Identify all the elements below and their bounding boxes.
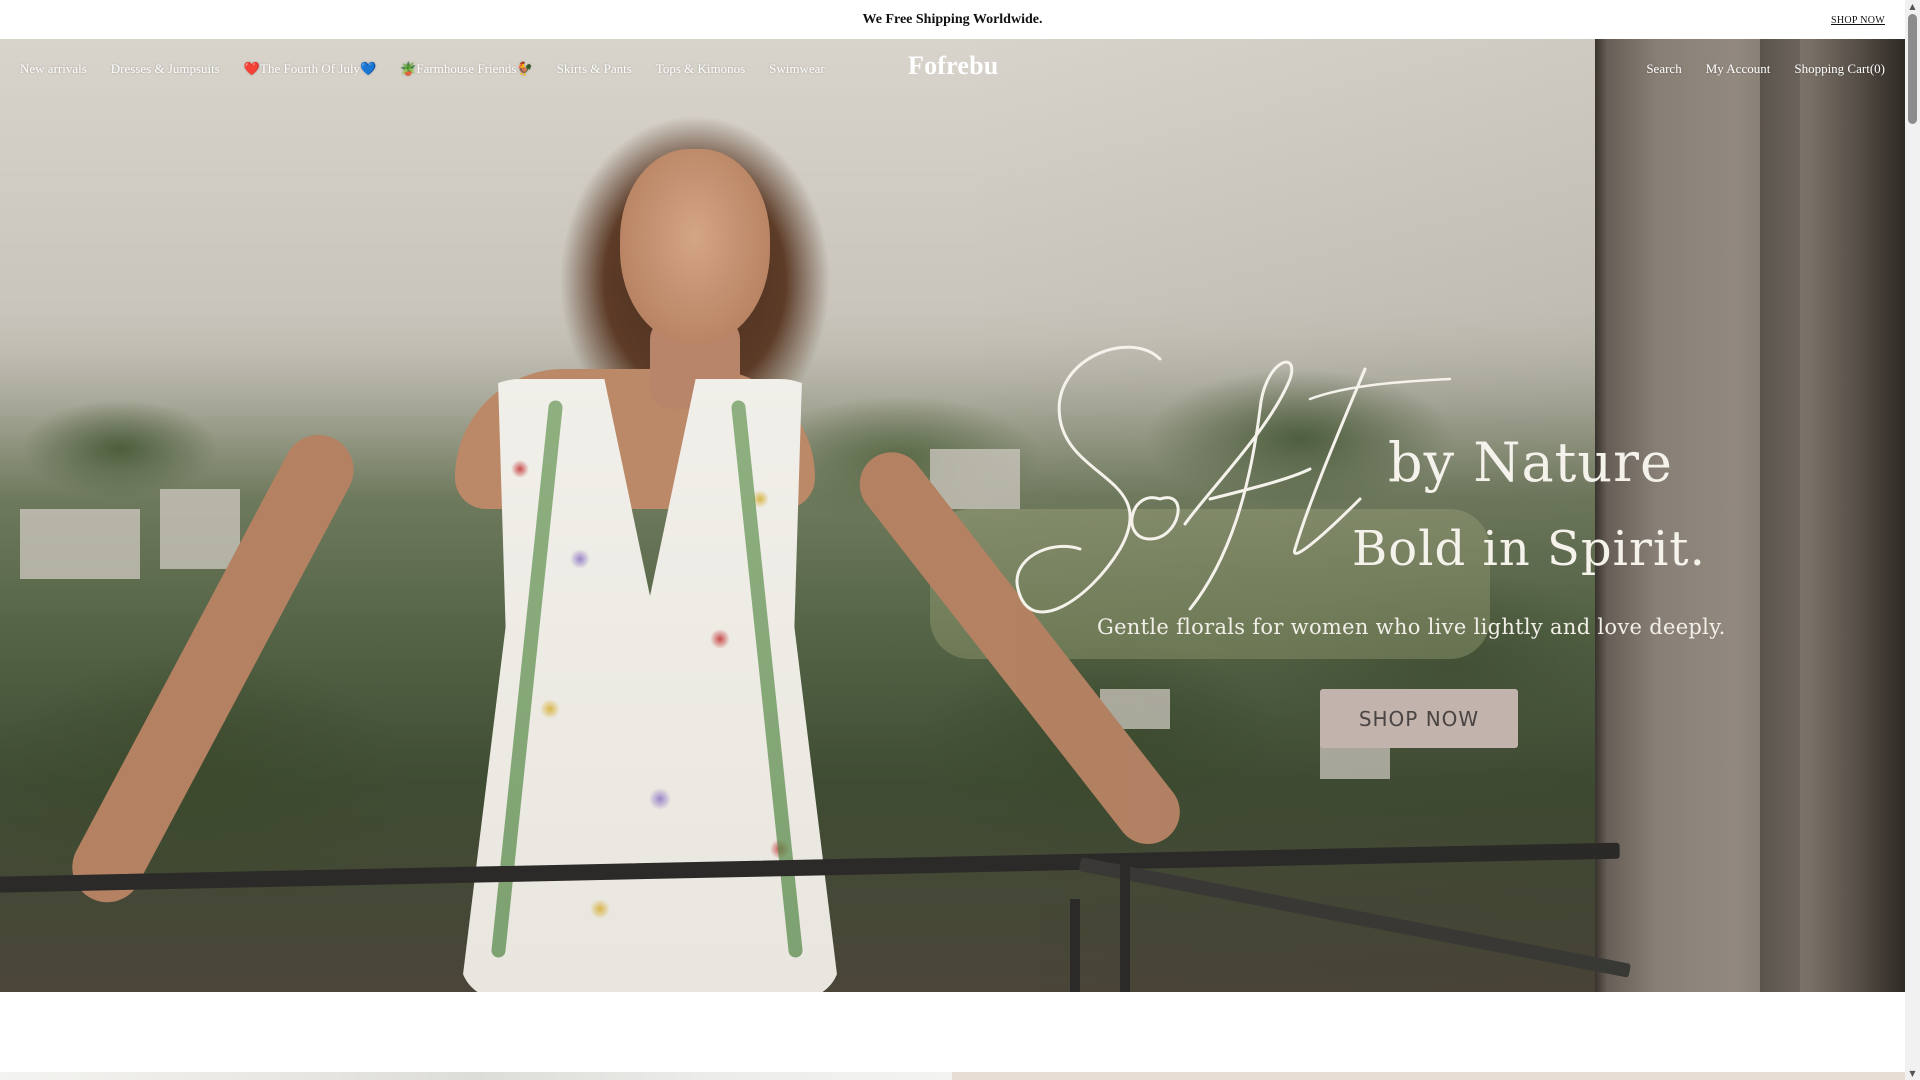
scroll-down-icon[interactable]: ▼ [1908,1069,1917,1078]
search-link[interactable]: Search [1646,61,1681,77]
nav-category-menu: New arrivals Dresses & Jumpsuits ❤️The F… [20,61,825,77]
next-section-image-right [952,1072,1905,1080]
announcement-shop-now-link[interactable]: SHOP NOW [1831,15,1885,26]
shopping-cart-link[interactable]: Shopping Cart(0) [1794,61,1885,77]
page-scrollbar[interactable]: ▲ ▼ [1905,0,1920,1080]
hero-banner: by Nature Bold in Spirit. Gentle florals… [0,39,1905,992]
cart-label: Shopping Cart [1794,61,1870,76]
main-navigation: New arrivals Dresses & Jumpsuits ❤️The F… [0,39,1905,99]
hero-shop-now-button[interactable]: SHOP NOW [1320,689,1518,748]
cart-count: (0) [1869,61,1885,76]
nav-item-swimwear[interactable]: Swimwear [769,61,825,77]
nav-item-fourth-of-july[interactable]: ❤️The Fourth Of July💙 [244,61,376,77]
nav-item-farmhouse-friends[interactable]: 🪴Farmhouse Friends🐓 [400,61,532,77]
nav-item-skirts-pants[interactable]: Skirts & Pants [557,61,632,77]
store-logo[interactable]: Fofrebu [908,51,998,81]
scrollbar-thumb[interactable] [1908,14,1917,124]
scroll-up-icon[interactable]: ▲ [1908,2,1917,11]
hero-overlay [0,39,1905,992]
hero-headline-line1: by Nature [1388,431,1673,494]
announcement-bar: We Free Shipping Worldwide. SHOP NOW [0,0,1905,39]
hero-headline-line2: Bold in Spirit. [1352,521,1706,577]
announcement-text: We Free Shipping Worldwide. [862,11,1043,27]
hero-tagline: Gentle florals for women who live lightl… [1097,615,1726,639]
nav-item-tops-kimonos[interactable]: Tops & Kimonos [656,61,745,77]
nav-item-new-arrivals[interactable]: New arrivals [20,61,87,77]
my-account-link[interactable]: My Account [1706,61,1771,77]
nav-item-dresses-jumpsuits[interactable]: Dresses & Jumpsuits [111,61,220,77]
below-hero-section [0,992,1905,1080]
next-section-image-left [0,1072,952,1080]
nav-utility-menu: Search My Account Shopping Cart(0) [1646,61,1885,77]
